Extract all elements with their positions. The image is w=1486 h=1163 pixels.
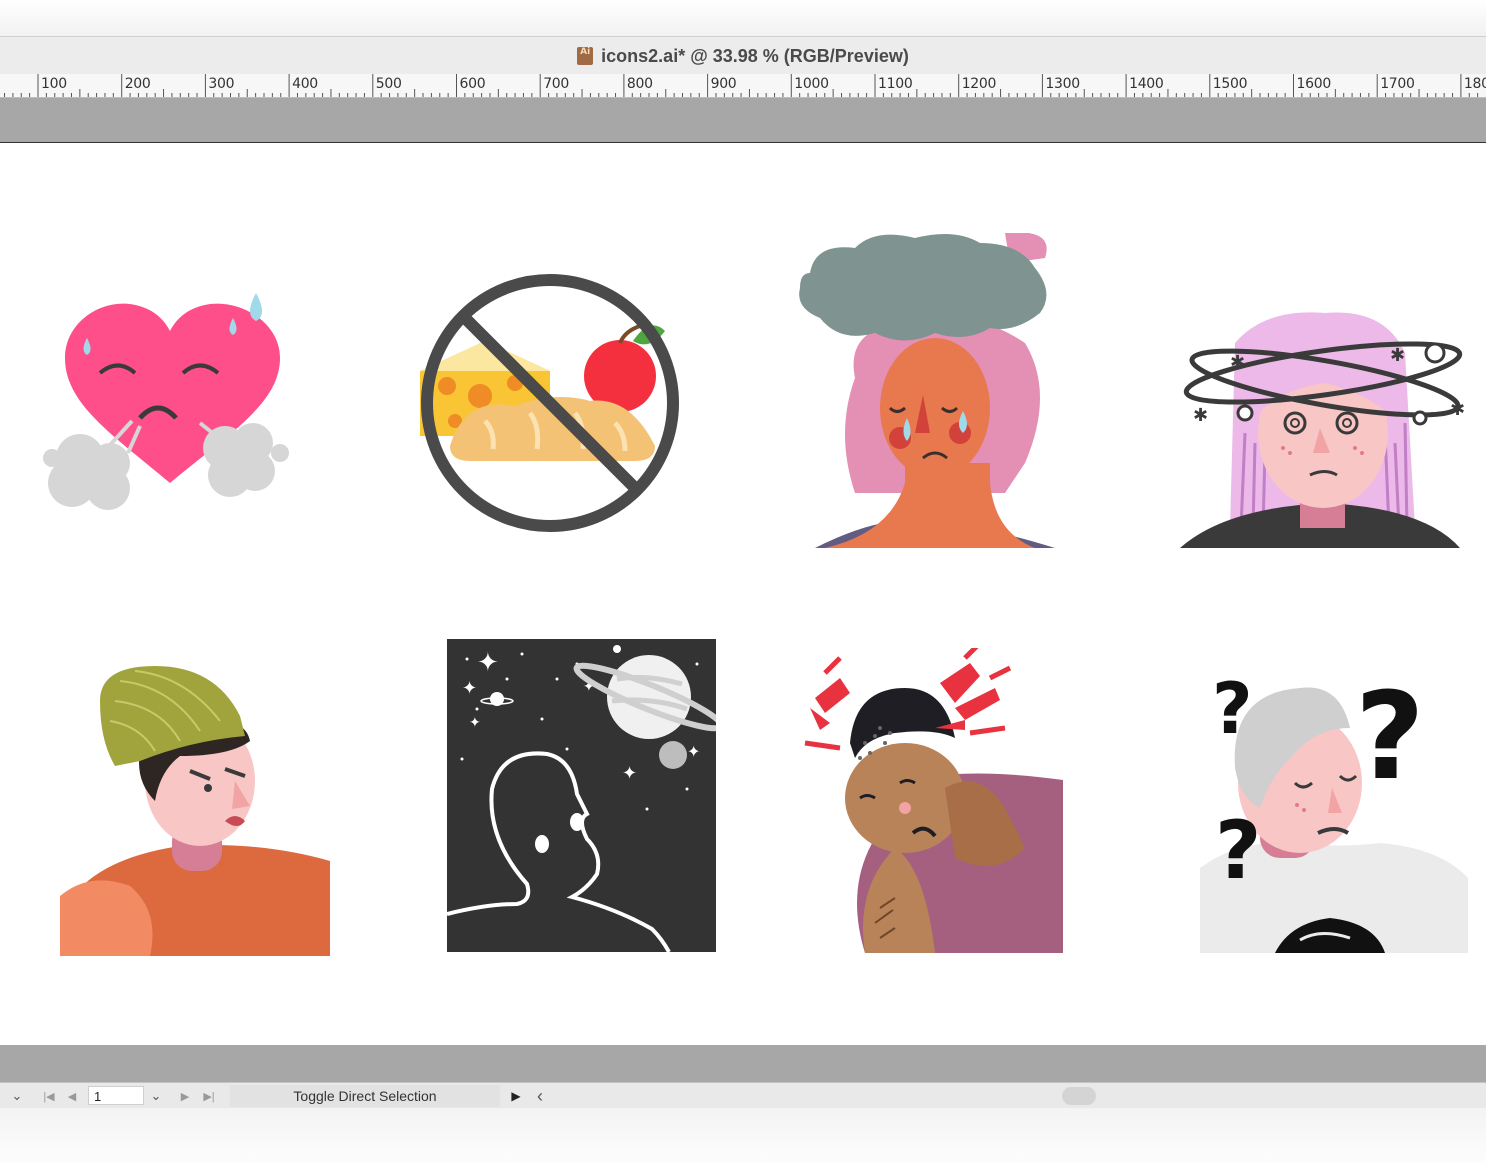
ruler-label: 600: [459, 76, 486, 92]
ruler-label: 900: [710, 76, 737, 92]
ruler-label: 800: [626, 76, 653, 92]
pasteboard-top[interactable]: [0, 98, 1486, 142]
svg-text:?: ?: [1215, 804, 1261, 897]
status-bar: ⌄ |◀ ◀ 1 ⌄ ▶ ▶| Toggle Direct Selection …: [0, 1082, 1486, 1109]
svg-text:✦: ✦: [477, 648, 499, 678]
ruler-label: 500: [375, 76, 402, 92]
ruler-label: 1400: [1129, 76, 1164, 92]
ruler-label: 1100: [878, 76, 913, 92]
ruler-label: 100: [41, 76, 67, 92]
document-titlebar: Ai icons2.ai* @ 33.98 % (RGB/Preview): [0, 36, 1486, 75]
svg-text:✱: ✱: [1390, 345, 1405, 366]
ruler-label: 200: [124, 76, 151, 92]
svg-text:✱: ✱: [1193, 405, 1208, 426]
svg-text:?: ?: [1355, 668, 1425, 807]
artboard-number-input[interactable]: 1: [88, 1086, 144, 1105]
headache-man-icon[interactable]: [795, 648, 1065, 953]
ruler-label: 1600: [1296, 76, 1332, 92]
svg-text:✦: ✦: [687, 742, 700, 761]
document-title: icons2.ai* @ 33.98 % (RGB/Preview): [601, 45, 909, 66]
svg-text:✱: ✱: [1450, 399, 1465, 420]
artboard-dropdown-icon[interactable]: ⌄: [144, 1083, 168, 1109]
first-artboard-icon[interactable]: |◀: [38, 1083, 60, 1109]
horizontal-ruler[interactable]: 100 200 300 400 500 600 700 800 900 1000 1100 1200 1…: [0, 74, 1486, 98]
next-artboard-icon[interactable]: ▶: [175, 1083, 195, 1109]
ruler-label: 300: [208, 76, 235, 92]
zoom-dropdown-icon[interactable]: ⌄: [4, 1083, 30, 1109]
svg-text:✱: ✱: [1230, 352, 1245, 373]
ruler-label: 700: [543, 76, 570, 92]
artboard[interactable]: ✱ ✱ ✱ ✱ ✦ ✦ ✦ ✦ ✦ ✦ ? ? ?: [0, 142, 1486, 1046]
ruler-label: 180: [1463, 76, 1486, 92]
illustrator-file-icon: Ai: [577, 47, 594, 65]
ruler-label: 1500: [1212, 76, 1248, 92]
svg-text:✦: ✦: [462, 678, 477, 699]
window-top-shade: [0, 0, 1486, 36]
dizzy-woman-icon[interactable]: ✱ ✱ ✱ ✱: [1175, 303, 1470, 548]
ruler-label: 400: [292, 76, 318, 92]
last-artboard-icon[interactable]: ▶|: [197, 1083, 221, 1109]
sad-cloud-woman-icon[interactable]: [795, 233, 1055, 548]
scroll-left-icon[interactable]: ‹: [530, 1083, 550, 1109]
svg-text:✦: ✦: [469, 715, 481, 731]
space-silhouette-icon[interactable]: ✦ ✦ ✦ ✦ ✦ ✦: [447, 639, 716, 952]
no-food-icon[interactable]: [415, 271, 685, 536]
previous-artboard-icon[interactable]: ◀: [62, 1083, 82, 1109]
horizontal-scrollbar-thumb[interactable]: [1062, 1087, 1096, 1105]
pasteboard-bottom[interactable]: [0, 1045, 1486, 1082]
ruler-label: 1300: [1045, 76, 1080, 92]
status-label[interactable]: Toggle Direct Selection: [230, 1085, 500, 1107]
window-bottom-shade: [0, 1108, 1486, 1163]
angry-beanie-man-icon[interactable]: [60, 661, 332, 956]
ruler-label: 1200: [961, 76, 997, 92]
sweating-heart-icon[interactable]: [40, 293, 300, 518]
status-menu-icon[interactable]: ▶: [505, 1083, 527, 1109]
svg-text:✦: ✦: [622, 763, 637, 784]
ruler-label: 1000: [794, 76, 829, 92]
ruler-label: 1700: [1380, 76, 1415, 92]
confused-man-icon[interactable]: ? ? ?: [1200, 648, 1470, 953]
svg-text:?: ?: [1212, 668, 1253, 750]
